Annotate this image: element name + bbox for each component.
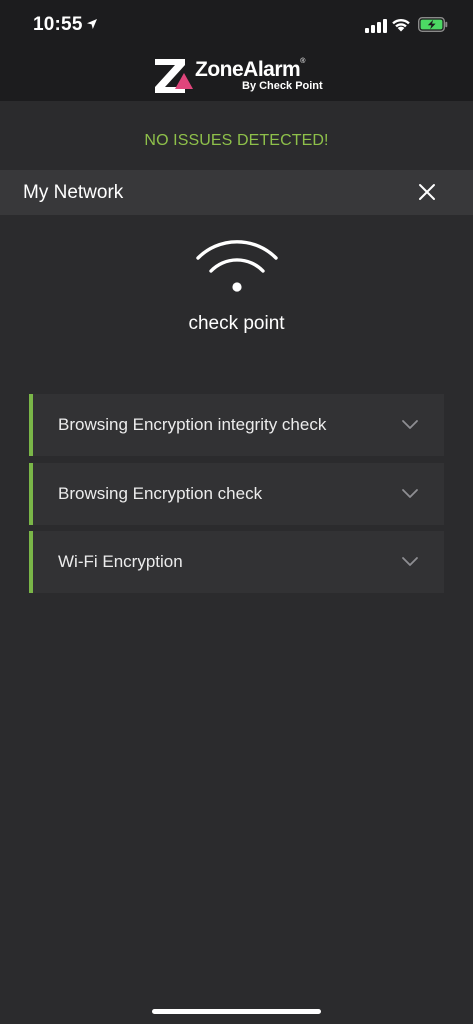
check-item-label: Browsing Encryption integrity check xyxy=(58,415,327,434)
logo-byline: By Check Point xyxy=(242,80,323,92)
home-indicator[interactable] xyxy=(152,1009,321,1014)
check-item-label: Browsing Encryption check xyxy=(58,484,263,503)
status-accent-bar xyxy=(29,394,33,456)
app-header: 10:55 ZoneAlarm® By Check Point xyxy=(0,0,473,101)
zonealarm-logo: ZoneAlarm® By Check Point xyxy=(153,57,323,95)
screen: 10:55 ZoneAlarm® By Check Point NO ISSUE… xyxy=(0,0,473,1024)
cellular-signal-icon xyxy=(365,19,387,33)
chevron-down-icon xyxy=(402,420,418,429)
close-icon[interactable] xyxy=(414,179,440,205)
status-message: NO ISSUES DETECTED! xyxy=(144,132,329,149)
location-arrow-icon xyxy=(87,19,97,29)
status-accent-bar xyxy=(29,463,33,525)
chevron-down-icon xyxy=(402,489,418,498)
status-time: 10:55 xyxy=(33,14,83,35)
check-item-label: Wi-Fi Encryption xyxy=(58,552,183,571)
status-accent-bar xyxy=(29,531,33,593)
check-item-browsing-encryption[interactable]: Browsing Encryption check xyxy=(29,463,444,525)
logo-name: ZoneAlarm xyxy=(195,58,301,81)
section-header: My Network xyxy=(0,170,473,215)
section-title: My Network xyxy=(23,182,124,203)
chevron-down-icon xyxy=(402,557,418,566)
wifi-icon xyxy=(392,18,410,32)
check-item-wifi-encryption[interactable]: Wi-Fi Encryption xyxy=(29,531,444,593)
check-item-browsing-encryption-integrity[interactable]: Browsing Encryption integrity check xyxy=(29,394,444,456)
battery-charging-icon xyxy=(418,17,448,32)
zonealarm-logo-mark-icon xyxy=(155,59,193,93)
logo-trademark: ® xyxy=(300,58,305,65)
network-name: check point xyxy=(188,313,285,334)
network-wifi-icon xyxy=(196,240,278,292)
